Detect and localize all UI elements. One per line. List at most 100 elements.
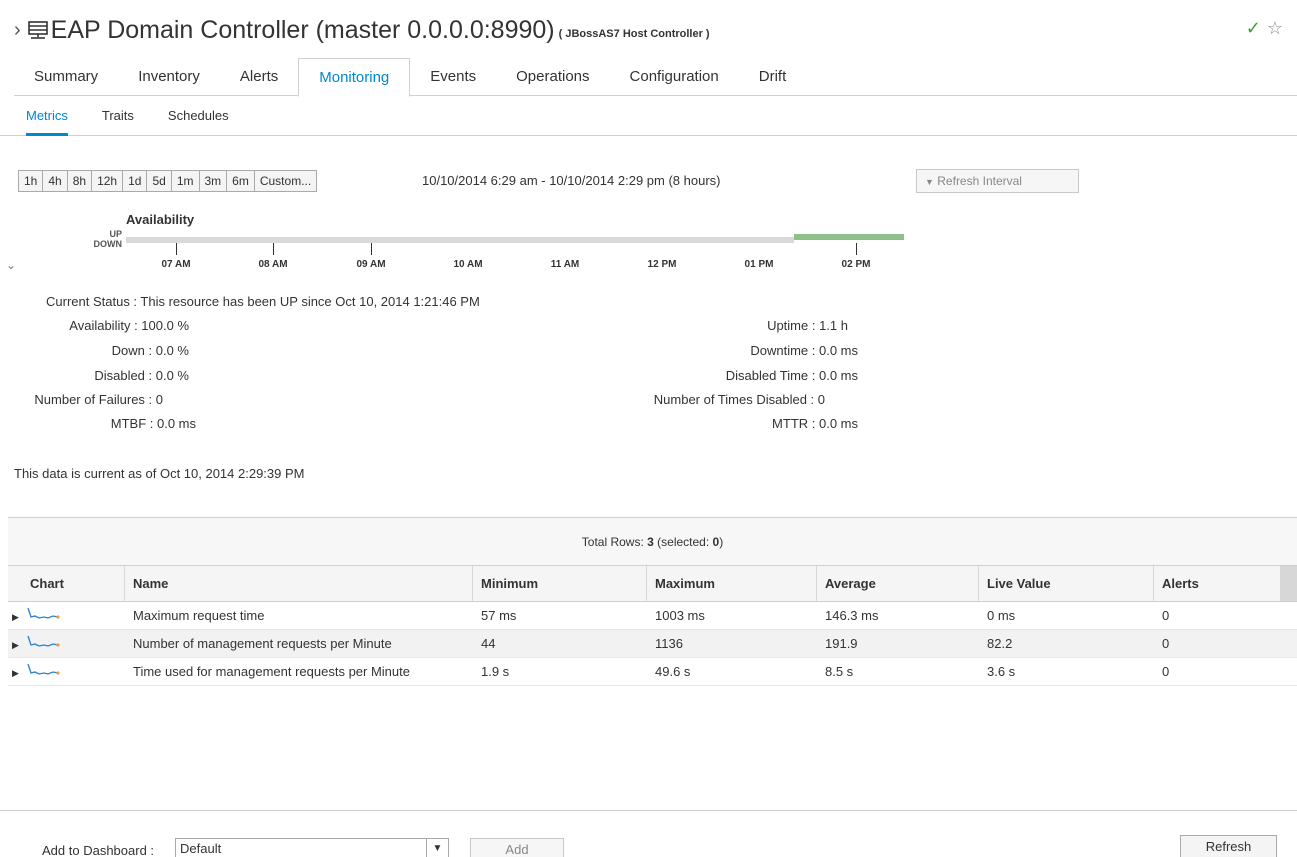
range-6m-button[interactable]: 6m — [227, 170, 255, 192]
disabled-stat: Disabled : 0.0 % — [94, 368, 189, 383]
sparkline-chart-icon[interactable] — [26, 606, 60, 620]
main-tabs: Summary Inventory Alerts Monitoring Even… — [14, 58, 1297, 97]
caret-down-icon: ▼ — [925, 177, 934, 187]
metric-name: Number of management requests per Minute — [133, 636, 392, 651]
range-1d-button[interactable]: 1d — [123, 170, 148, 192]
metric-live-value: 82.2 — [987, 636, 1013, 651]
range-12h-button[interactable]: 12h — [92, 170, 124, 192]
star-icon[interactable]: ☆ — [1267, 18, 1283, 39]
metric-average: 8.5 s — [825, 664, 854, 679]
sub-tabs: Metrics Traits Schedules — [0, 97, 1297, 136]
column-header-maximum[interactable]: Maximum — [647, 566, 817, 601]
column-header-minimum[interactable]: Minimum — [473, 566, 647, 601]
server-icon — [27, 21, 48, 39]
range-1m-button[interactable]: 1m — [171, 170, 200, 192]
time-range-buttons: 1h 4h 8h 12h 1d 5d 1m 3m 6m Custom... — [18, 170, 318, 192]
caret-down-icon: ▼ — [426, 839, 448, 857]
metric-average: 191.9 — [825, 636, 858, 651]
page-subtitle: ( JBossAS7 Host Controller ) — [558, 28, 710, 40]
refresh-interval-label: Refresh Interval — [937, 174, 1022, 188]
dashboard-label: Add to Dashboard : — [42, 843, 155, 857]
uptime-stat: Uptime : 1.1 h — [767, 318, 848, 333]
availability-bar-unknown[interactable] — [126, 237, 794, 243]
tab-operations[interactable]: Operations — [496, 58, 609, 96]
metric-maximum: 1003 ms — [655, 608, 705, 623]
range-3m-button[interactable]: 3m — [199, 170, 228, 192]
tick-mark — [856, 243, 857, 255]
column-header-average[interactable]: Average — [817, 566, 979, 601]
add-button[interactable]: Add — [470, 838, 564, 857]
subtab-traits[interactable]: Traits — [102, 97, 134, 136]
tick-label: 11 AM — [550, 259, 580, 270]
times-disabled-stat: Number of Times Disabled : 0 — [653, 392, 825, 407]
metric-name: Maximum request time — [133, 608, 265, 623]
subtab-schedules[interactable]: Schedules — [168, 97, 229, 136]
metric-average: 146.3 ms — [825, 608, 879, 623]
down-label: DOWN — [93, 239, 123, 249]
total-rows-label: Total Rows: — [581, 535, 648, 549]
tick-label: 09 AM — [356, 259, 386, 270]
column-header-chart[interactable]: Chart — [8, 566, 125, 601]
table-header: Chart Name Minimum Maximum Average Live … — [8, 566, 1297, 602]
availability-bar-up[interactable] — [794, 234, 904, 240]
sparkline-chart-icon[interactable] — [26, 662, 60, 676]
failures-stat: Number of Failures : 0 — [34, 392, 163, 407]
disabled-time-stat: Disabled Time : 0.0 ms — [725, 368, 858, 383]
refresh-button[interactable]: Refresh — [1180, 835, 1277, 857]
range-4h-button[interactable]: 4h — [43, 170, 68, 192]
tab-inventory[interactable]: Inventory — [118, 58, 220, 96]
metric-minimum: 57 ms — [481, 608, 517, 623]
tab-alerts[interactable]: Alerts — [220, 58, 298, 96]
range-custom-button[interactable]: Custom... — [254, 170, 318, 192]
title-icons: ✓ ☆ — [1246, 18, 1283, 39]
tick-label: 10 AM — [453, 259, 483, 270]
tick-label: 07 AM — [161, 259, 191, 270]
time-range-text: 10/10/2014 6:29 am - 10/10/2014 2:29 pm … — [422, 173, 721, 188]
downtime-stat: Downtime : 0.0 ms — [750, 343, 858, 358]
tab-drift[interactable]: Drift — [739, 58, 807, 96]
table-row[interactable]: ▶ Maximum request time 57 ms 1003 ms 146… — [8, 602, 1297, 630]
page-title: EAP Domain Controller (master 0.0.0.0:89… — [50, 15, 555, 44]
total-rows-count: 3 — [647, 535, 654, 549]
metric-maximum: 49.6 s — [655, 664, 691, 679]
tick-mark — [371, 243, 372, 255]
scrollbar[interactable] — [1281, 566, 1297, 601]
down-stat: Down : 0.0 % — [111, 343, 189, 358]
dashboard-select[interactable]: Default ▼ — [175, 838, 449, 857]
subtab-metrics[interactable]: Metrics — [26, 97, 68, 136]
expand-row-icon[interactable]: ▶ — [8, 631, 26, 657]
metric-alerts: 0 — [1162, 664, 1170, 679]
tab-summary[interactable]: Summary — [14, 58, 118, 96]
range-5d-button[interactable]: 5d — [147, 170, 172, 192]
expand-row-icon[interactable]: ▶ — [8, 603, 26, 629]
tick-label: 02 PM — [841, 259, 871, 270]
tick-mark — [176, 243, 177, 255]
tick-label: 08 AM — [258, 259, 288, 270]
column-header-live-value[interactable]: Live Value — [979, 566, 1154, 601]
chevron-down-icon[interactable]: ⌄ — [6, 258, 16, 272]
metric-maximum: 1136 — [655, 636, 683, 651]
selected-close: ) — [719, 535, 724, 549]
tab-monitoring[interactable]: Monitoring — [298, 58, 411, 97]
table-row[interactable]: ▶ Number of management requests per Minu… — [8, 630, 1297, 658]
column-header-name[interactable]: Name — [125, 566, 473, 601]
metric-name: Time used for management requests per Mi… — [133, 664, 410, 679]
tick-label: 12 PM — [647, 259, 677, 270]
range-1h-button[interactable]: 1h — [18, 170, 44, 192]
column-header-alerts[interactable]: Alerts — [1154, 566, 1281, 601]
expand-row-icon[interactable]: ▶ — [8, 659, 26, 685]
availability-title: Availability — [126, 212, 195, 227]
table-row[interactable]: ▶ Time used for management requests per … — [8, 658, 1297, 686]
tab-configuration[interactable]: Configuration — [610, 58, 739, 96]
tab-events[interactable]: Events — [410, 58, 496, 96]
refresh-interval-dropdown[interactable]: ▼ Refresh Interval — [916, 169, 1079, 193]
range-8h-button[interactable]: 8h — [67, 170, 93, 192]
metric-minimum: 1.9 s — [481, 664, 510, 679]
sparkline-chart-icon[interactable] — [26, 634, 60, 648]
breadcrumb-chevron-icon[interactable]: › — [14, 19, 21, 42]
mttr-stat: MTTR : 0.0 ms — [772, 416, 858, 431]
title-bar: › EAP Domain Controller (master 0.0.0.0:… — [14, 10, 710, 50]
selected-label: (selected: — [653, 535, 713, 549]
bottom-toolbar: Add to Dashboard : Default ▼ Add Refresh — [0, 810, 1297, 857]
availability-legend: UP DOWN — [84, 229, 123, 249]
